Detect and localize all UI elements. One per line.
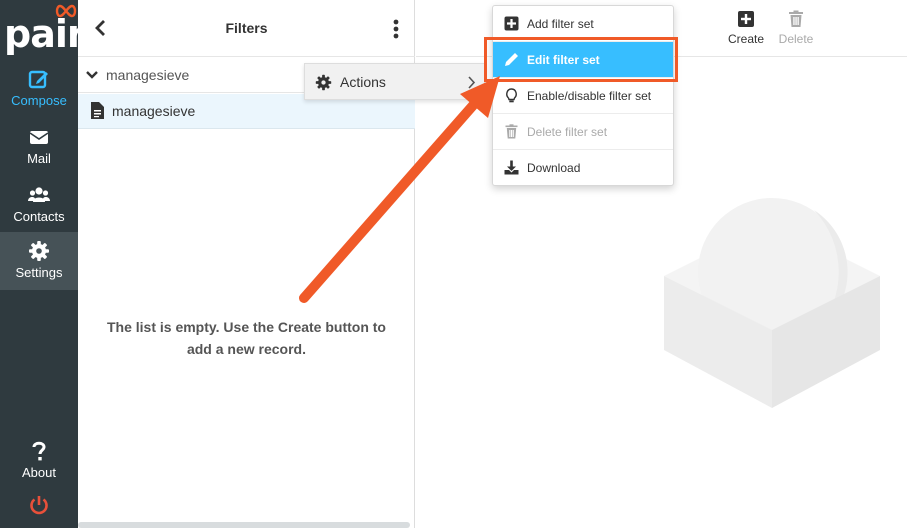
power-icon	[30, 496, 48, 515]
page-title: Filters	[225, 20, 268, 36]
sidebar: pair Compose Mail Contacts Settings Abou…	[0, 0, 86, 528]
chevron-down-icon	[86, 71, 98, 79]
empty-box-watermark-icon	[664, 198, 880, 408]
empty-list-message: The list is empty. Use the Create button…	[106, 319, 386, 357]
menu-item-label: Enable/disable filter set	[527, 89, 652, 103]
sidebar-item-compose[interactable]: Compose	[0, 60, 78, 118]
sidebar-item-label: About	[22, 465, 56, 480]
sidebar-item-mail[interactable]: Mail	[0, 118, 78, 176]
create-button[interactable]: Create	[724, 8, 768, 46]
question-icon	[32, 441, 46, 461]
file-icon	[91, 102, 104, 119]
trash-icon	[789, 10, 803, 27]
gear-icon	[29, 241, 49, 261]
menu-item-download[interactable]: Download	[493, 150, 673, 186]
menu-item-label: Download	[527, 161, 581, 175]
contacts-icon	[28, 187, 50, 202]
filter-set-item-label: managesieve	[112, 103, 196, 119]
compose-icon	[28, 70, 48, 89]
logout-button[interactable]	[0, 488, 78, 524]
sidebar-item-label: Settings	[15, 265, 63, 280]
logo: pair	[4, 4, 86, 56]
menu-item-enable-disable-filter-set[interactable]: Enable/disable filter set	[493, 78, 673, 114]
infinity-icon	[55, 4, 77, 18]
sidebar-item-about[interactable]: About	[0, 432, 78, 490]
plus-square-icon	[504, 16, 519, 31]
delete-label: Delete	[778, 32, 814, 46]
logo-text: pair	[4, 12, 86, 56]
menu-item-label: Add filter set	[527, 17, 594, 31]
list-header: Filters	[78, 0, 415, 57]
mail-icon	[29, 131, 49, 144]
delete-button[interactable]: Delete	[774, 8, 818, 46]
sidebar-item-label: Mail	[27, 151, 51, 166]
horizontal-scrollbar[interactable]	[78, 522, 410, 528]
sidebar-item-label: Compose	[11, 93, 67, 108]
sidebar-item-settings[interactable]: Settings	[0, 232, 78, 290]
filter-set-group-label: managesieve	[106, 67, 190, 83]
annotation-arrow	[299, 76, 500, 303]
more-vertical-icon[interactable]	[388, 17, 404, 41]
sidebar-item-contacts[interactable]: Contacts	[0, 176, 78, 234]
plus-square-icon	[738, 11, 754, 27]
menu-item-label: Delete filter set	[527, 125, 608, 139]
menu-item-delete-filter-set[interactable]: Delete filter set	[493, 114, 673, 150]
create-label: Create	[727, 32, 765, 46]
sidebar-item-label: Contacts	[13, 209, 65, 224]
